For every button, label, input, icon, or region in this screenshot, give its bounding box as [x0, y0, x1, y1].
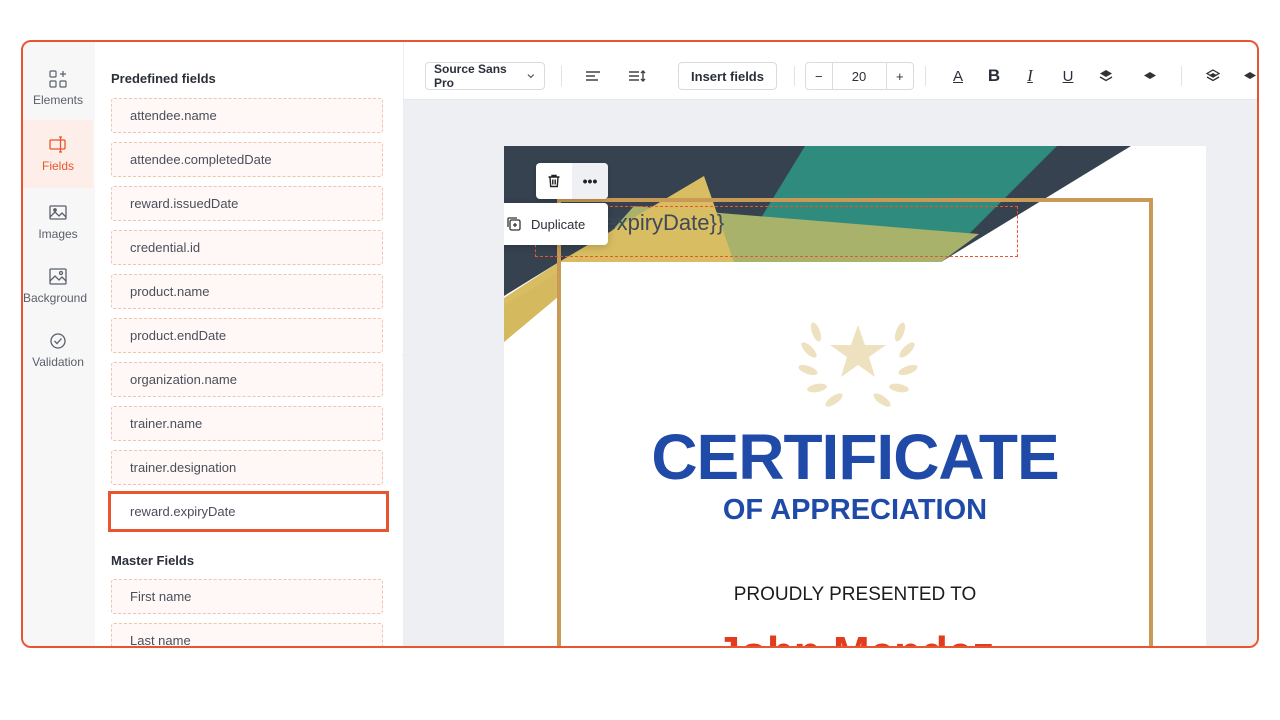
- rail-item-fields[interactable]: Fields: [23, 120, 93, 188]
- rail-item-elements[interactable]: Elements: [23, 54, 93, 122]
- duplicate-menu-item[interactable]: Duplicate: [504, 203, 608, 245]
- toolbar-divider: [794, 66, 795, 86]
- field-item[interactable]: trainer.name: [111, 406, 383, 441]
- validation-icon: [50, 333, 66, 349]
- underline-button[interactable]: U: [1056, 62, 1080, 90]
- bring-to-front-button[interactable]: [1201, 62, 1225, 90]
- chevron-down-icon: [527, 74, 535, 79]
- more-options-button[interactable]: •••: [572, 163, 608, 199]
- format-toolbar: Source Sans Pro Insert fields − 20 + A B…: [403, 42, 1257, 100]
- layers-down-icon: [1144, 72, 1156, 79]
- align-left-icon: [586, 71, 600, 81]
- field-item[interactable]: organization.name: [111, 362, 383, 397]
- rail-item-images[interactable]: Images: [23, 188, 93, 256]
- element-action-bar: •••: [536, 163, 608, 199]
- line-height-button[interactable]: [625, 62, 649, 90]
- field-item[interactable]: attendee.completedDate: [111, 142, 383, 177]
- layers-front-icon: [1205, 69, 1221, 82]
- rail-label: Background: [23, 291, 88, 305]
- send-backward-button[interactable]: [1138, 62, 1162, 90]
- rail-label: Images: [38, 227, 78, 241]
- background-icon: [49, 268, 67, 285]
- italic-button[interactable]: I: [1018, 62, 1042, 90]
- fields-panel: Predefined fields attendee.name attendee…: [95, 42, 403, 646]
- field-item[interactable]: credential.id: [111, 230, 383, 265]
- align-left-button[interactable]: [581, 62, 605, 90]
- fields-icon: [49, 136, 66, 153]
- design-canvas: CERTIFICATE OF APPRECIATION PROUDLY PRES…: [403, 100, 1257, 646]
- delete-button[interactable]: [536, 163, 572, 199]
- field-item[interactable]: Last name: [111, 623, 383, 646]
- decrease-size-button[interactable]: −: [806, 63, 833, 89]
- duplicate-label: Duplicate: [531, 216, 586, 232]
- certificate-subtitle[interactable]: OF APPRECIATION: [504, 494, 1206, 527]
- insert-fields-button[interactable]: Insert fields: [678, 62, 777, 90]
- field-item[interactable]: attendee.name: [111, 98, 383, 133]
- image-icon: [49, 205, 67, 220]
- font-size-value[interactable]: 20: [833, 63, 887, 89]
- recipient-name[interactable]: John Mendez: [504, 628, 1206, 646]
- field-item[interactable]: trainer.designation: [111, 450, 383, 485]
- layers-up-icon: [1099, 70, 1113, 82]
- layers-back-icon: [1244, 72, 1256, 79]
- duplicate-icon: [507, 217, 521, 231]
- elements-icon: [49, 70, 67, 88]
- left-rail: Elements Fields Images Background Valida…: [23, 42, 95, 646]
- rail-label: Validation: [32, 355, 84, 369]
- rail-label: Fields: [41, 159, 74, 173]
- certificate-page: CERTIFICATE OF APPRECIATION PROUDLY PRES…: [504, 146, 1206, 646]
- field-item-highlighted[interactable]: reward.expiryDate: [108, 491, 389, 532]
- font-size-stepper[interactable]: − 20 +: [805, 62, 914, 90]
- line-height-icon: [629, 70, 646, 82]
- presented-to-text[interactable]: PROUDLY PRESENTED TO: [504, 584, 1206, 606]
- toolbar-divider: [925, 66, 926, 86]
- field-item[interactable]: product.endDate: [111, 318, 383, 353]
- increase-size-button[interactable]: +: [887, 63, 914, 89]
- toolbar-divider: [561, 66, 562, 86]
- trash-icon: [548, 174, 560, 188]
- field-item[interactable]: reward.issuedDate: [111, 186, 383, 221]
- bring-forward-button[interactable]: [1094, 62, 1118, 90]
- editor-window: Elements Fields Images Background Valida…: [21, 40, 1259, 648]
- master-fields-title: Master Fields: [111, 553, 195, 568]
- rail-item-validation[interactable]: Validation: [23, 316, 93, 384]
- rail-label: Elements: [32, 93, 84, 107]
- font-family-value: Source Sans Pro: [434, 62, 507, 90]
- font-family-select[interactable]: Source Sans Pro: [425, 62, 545, 90]
- text-color-button[interactable]: A: [946, 62, 970, 90]
- certificate-title[interactable]: CERTIFICATE: [504, 420, 1206, 494]
- field-item[interactable]: product.name: [111, 274, 383, 309]
- field-item[interactable]: First name: [111, 579, 383, 614]
- toolbar-divider: [1181, 66, 1182, 86]
- send-to-back-button[interactable]: [1242, 62, 1257, 90]
- bold-button[interactable]: B: [982, 62, 1006, 90]
- predefined-fields-title: Predefined fields: [111, 71, 216, 86]
- rail-item-background[interactable]: Background: [23, 252, 93, 320]
